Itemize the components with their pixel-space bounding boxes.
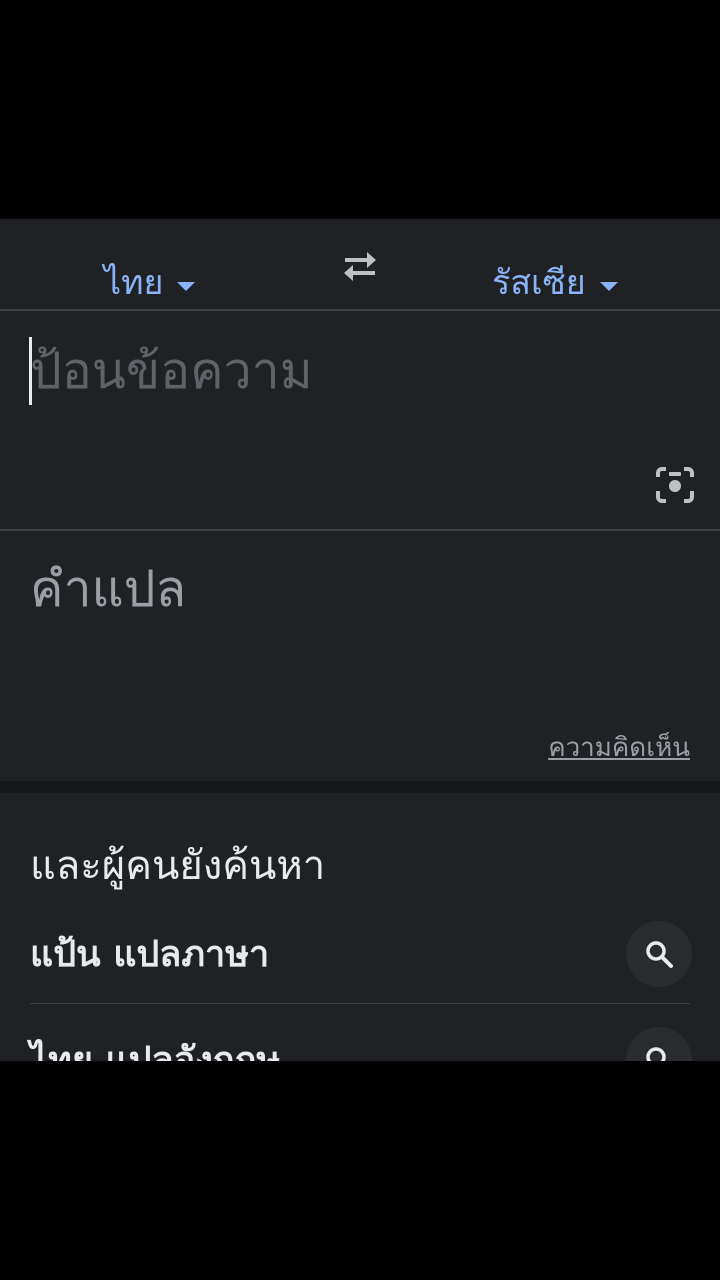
camera-lens-icon: [656, 467, 694, 503]
text-cursor: [29, 337, 32, 405]
related-search-item[interactable]: แป้น แปลภาษา: [30, 903, 692, 993]
swap-arrows-icon: [344, 252, 376, 281]
divider: [30, 1003, 690, 1004]
translation-output: คำแปล ความคิดเห็น: [0, 531, 720, 781]
source-language-selector[interactable]: ไทย: [104, 255, 196, 309]
language-bar: ไทย รัสเซีย: [0, 219, 720, 310]
swap-languages-button[interactable]: [339, 247, 381, 283]
source-language-label: ไทย: [104, 263, 164, 303]
search-icon: [646, 1047, 666, 1061]
related-search-label: แป้น แปลภาษา: [30, 934, 270, 975]
camera-translate-button[interactable]: [654, 465, 696, 505]
feedback-link[interactable]: ความคิดเห็น: [548, 727, 690, 768]
target-language-label: รัสเซีย: [492, 263, 586, 303]
chevron-down-icon: [599, 281, 618, 291]
search-button[interactable]: [626, 1027, 692, 1061]
source-text-input[interactable]: ป้อนข้อความ: [0, 311, 720, 529]
related-search-item[interactable]: ไทย แปลอังกฤษ: [30, 1009, 692, 1061]
related-searches-title: และผู้คนยังค้นหา: [30, 843, 326, 889]
search-button[interactable]: [626, 921, 692, 987]
input-placeholder: ป้อนข้อความ: [30, 342, 313, 400]
output-placeholder: คำแปล: [30, 560, 187, 618]
section-separator: [0, 781, 720, 793]
related-search-label: ไทย แปลอังกฤษ: [30, 1040, 281, 1061]
chevron-down-icon: [177, 281, 196, 291]
target-language-selector[interactable]: รัสเซีย: [492, 255, 618, 309]
related-searches: และผู้คนยังค้นหา แป้น แปลภาษา ไทย แปลอัง…: [0, 793, 720, 1061]
translate-app: ไทย รัสเซีย ป้อนข้อความ คำแปล ความคิดเห็…: [0, 219, 720, 1061]
search-icon: [646, 941, 673, 968]
